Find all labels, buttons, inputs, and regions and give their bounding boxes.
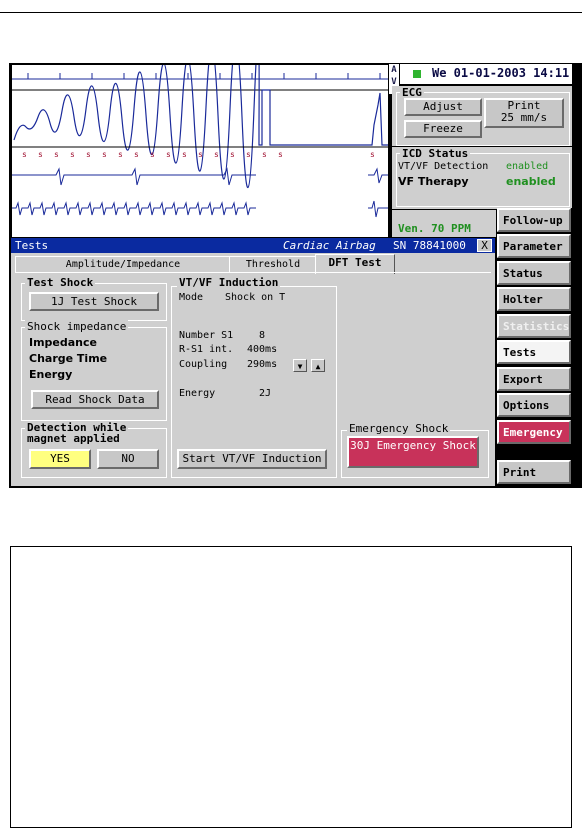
- side-menu: Follow-up Parameter Status Holter Statis…: [497, 208, 572, 488]
- impedance-label: Impedance: [29, 336, 97, 349]
- svg-text:ѕ: ѕ: [214, 150, 219, 159]
- menu-export[interactable]: Export: [497, 367, 571, 391]
- energy-label: Energy: [29, 368, 73, 381]
- menu-emergency[interactable]: Emergency: [497, 420, 571, 444]
- charge-time-label: Charge Time: [29, 352, 108, 365]
- freeze-button[interactable]: Freeze: [404, 120, 482, 138]
- shock-impedance-title: Shock impedance: [25, 320, 129, 333]
- menu-print[interactable]: Print: [497, 460, 571, 484]
- date-time: We 01-01-2003 14:11: [432, 66, 570, 80]
- induction-energy-value: 2J: [259, 388, 272, 399]
- test-shock-title: Test Shock: [25, 276, 96, 289]
- ecg-controls-panel: ECG Adjust Freeze Print 25 mm/s: [392, 86, 572, 146]
- vt-vf-detection-label: VT/VF Detection: [398, 161, 489, 172]
- vt-vf-detection-value: enabled: [506, 161, 549, 172]
- svg-text:ѕ: ѕ: [118, 150, 123, 159]
- tab-divider: [15, 272, 491, 273]
- menu-statistics[interactable]: Statistics: [497, 314, 571, 338]
- rate-display: Ven. 70 PPM: [392, 210, 496, 237]
- menu-tests[interactable]: Tests: [497, 340, 571, 364]
- start-induction-button[interactable]: Start VT/VF Induction: [177, 449, 327, 469]
- tab-amplitude-impedance[interactable]: Amplitude/Impedance: [15, 256, 231, 273]
- coupling-increase-icon[interactable]: ▲: [311, 359, 325, 372]
- vf-therapy-label: VF Therapy: [398, 175, 469, 188]
- telemetry-led-icon: [413, 70, 421, 78]
- pacing-rate: Ven. 70 PPM: [398, 222, 471, 235]
- ecg-trace-area: ѕѕѕѕ ѕѕѕѕ ѕѕѕѕ ѕѕѕѕ ѕѕ: [11, 64, 389, 238]
- page-top-rule: [0, 12, 582, 13]
- menu-parameter[interactable]: Parameter: [497, 234, 571, 258]
- svg-text:ѕ: ѕ: [370, 150, 375, 159]
- window-titlebar: Tests Cardiac Airbag SN 78841000 X: [11, 238, 495, 253]
- number-s1-label: Number S1: [179, 330, 234, 341]
- tab-dft-test[interactable]: DFT Test: [315, 254, 395, 274]
- menu-options[interactable]: Options: [497, 393, 571, 417]
- svg-text:ѕ: ѕ: [278, 150, 283, 159]
- read-shock-data-button[interactable]: Read Shock Data: [31, 390, 159, 409]
- print-speed-button[interactable]: Print 25 mm/s: [484, 98, 564, 128]
- vf-therapy-value: enabled: [506, 175, 556, 188]
- svg-text:ѕ: ѕ: [70, 150, 75, 159]
- detection-title: Detection while magnet applied: [25, 422, 129, 445]
- coupling-value: 290ms: [247, 359, 278, 370]
- adjust-button[interactable]: Adjust: [404, 98, 482, 116]
- yes-button[interactable]: YES: [29, 449, 91, 469]
- emergency-shock-title: Emergency Shock: [347, 422, 451, 435]
- rs1-interval-label: R-S1 int.: [179, 344, 234, 355]
- induction-title: VT/VF Induction: [177, 276, 281, 289]
- svg-text:ѕ: ѕ: [54, 150, 59, 159]
- svg-text:ѕ: ѕ: [102, 150, 107, 159]
- icd-status-title: ICD Status: [400, 147, 471, 160]
- coupling-label: Coupling: [179, 359, 228, 370]
- menu-holter[interactable]: Holter: [497, 287, 571, 311]
- mode-label: Mode: [179, 292, 204, 303]
- tests-window: Tests Cardiac Airbag SN 78841000 X Ampli…: [11, 238, 495, 486]
- rs1-interval-value: 400ms: [247, 344, 278, 355]
- svg-text:ѕ: ѕ: [150, 150, 155, 159]
- svg-text:ѕ: ѕ: [38, 150, 43, 159]
- emergency-shock-button[interactable]: 30J Emergency Shock: [347, 436, 479, 468]
- device-serial: SN 78841000: [393, 239, 466, 252]
- notes-box: [10, 546, 572, 828]
- tab-threshold[interactable]: Threshold: [229, 256, 317, 273]
- icd-status-panel: ICD Status VT/VF Detection enabled VF Th…: [392, 147, 572, 209]
- svg-text:ѕ: ѕ: [246, 150, 251, 159]
- mode-value: Shock on T: [225, 292, 286, 303]
- svg-text:ѕ: ѕ: [22, 150, 27, 159]
- svg-text:ѕ: ѕ: [182, 150, 187, 159]
- window-title: Tests: [15, 239, 49, 252]
- test-shock-button[interactable]: 1J Test Shock: [29, 292, 159, 311]
- svg-text:ѕ: ѕ: [86, 150, 91, 159]
- print-speed-label: 25 mm/s: [500, 111, 548, 124]
- no-button[interactable]: NO: [97, 449, 159, 469]
- coupling-decrease-icon[interactable]: ▼: [293, 359, 307, 372]
- detection-title-line2: magnet applied: [27, 432, 120, 445]
- svg-text:ѕ: ѕ: [230, 150, 235, 159]
- close-icon[interactable]: X: [477, 239, 492, 252]
- svg-text:ѕ: ѕ: [198, 150, 203, 159]
- menu-status[interactable]: Status: [497, 261, 571, 285]
- svg-text:ѕ: ѕ: [166, 150, 171, 159]
- svg-text:ѕ: ѕ: [262, 150, 267, 159]
- menu-follow-up[interactable]: Follow-up: [497, 208, 571, 232]
- svg-text:ѕ: ѕ: [134, 150, 139, 159]
- induction-energy-label: Energy: [179, 388, 216, 399]
- ecg-waveforms: ѕѕѕѕ ѕѕѕѕ ѕѕѕѕ ѕѕѕѕ ѕѕ: [12, 65, 388, 218]
- number-s1-value: 8: [259, 330, 266, 341]
- device-model: Cardiac Airbag: [283, 239, 376, 252]
- status-bar: We 01-01-2003 14:11: [400, 64, 572, 84]
